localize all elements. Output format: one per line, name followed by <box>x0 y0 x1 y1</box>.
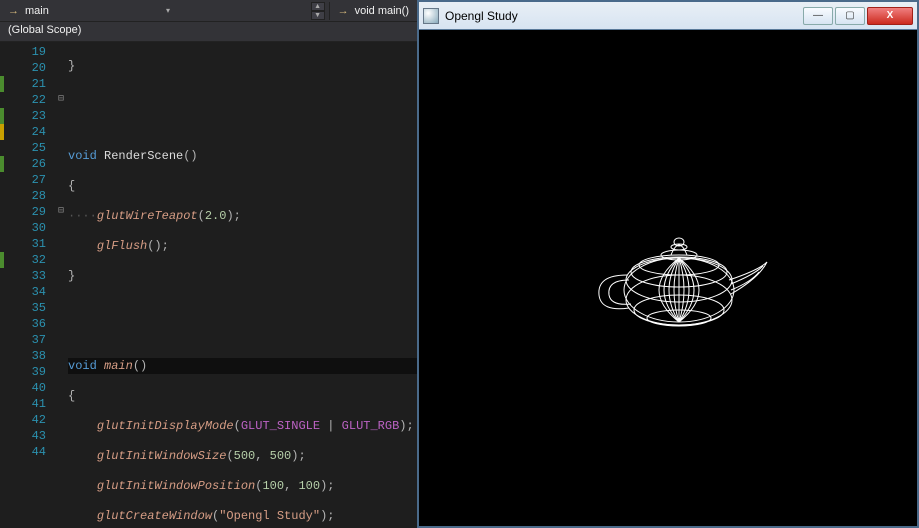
navigation-bar: → main ▾ ▲ ▼ → void main() <box>0 0 417 22</box>
line-number: 26 <box>0 156 54 172</box>
line-number: 41 <box>0 396 54 412</box>
scope-bar[interactable]: (Global Scope) <box>0 22 417 42</box>
line-number: 34 <box>0 284 54 300</box>
chevron-down-icon: ▾ <box>166 6 170 15</box>
opengl-output-window: Opengl Study — ▢ X <box>417 0 919 528</box>
close-button[interactable]: X <box>867 7 913 25</box>
line-number: 32 <box>0 252 54 268</box>
close-icon: X <box>887 10 894 21</box>
line-number: 19 <box>0 44 54 60</box>
line-number: 28 <box>0 188 54 204</box>
maximize-button[interactable]: ▢ <box>835 7 865 25</box>
dropdown-1-label: main <box>25 5 49 17</box>
line-number: 42 <box>0 412 54 428</box>
line-number: 39 <box>0 364 54 380</box>
separator <box>329 2 330 20</box>
line-number-gutter: 19 20 21 22 23 24 25 26 27 28 29 30 31 3… <box>0 42 54 528</box>
opengl-canvas <box>419 30 917 526</box>
arrow-icon: → <box>8 5 19 17</box>
line-number: 40 <box>0 380 54 396</box>
minimize-button[interactable]: — <box>803 7 833 25</box>
maximize-icon: ▢ <box>845 10 854 21</box>
line-number: 27 <box>0 172 54 188</box>
stepper-up-icon[interactable]: ▲ <box>311 2 325 11</box>
code-text[interactable]: } void RenderScene() { ····glutWireTeapo… <box>68 42 417 528</box>
app-icon <box>423 8 439 24</box>
line-number: 20 <box>0 60 54 76</box>
scope-dropdown-2[interactable]: → void main() <box>334 2 413 20</box>
minimize-icon: — <box>813 10 823 21</box>
line-number: 24 <box>0 124 54 140</box>
line-number: 31 <box>0 236 54 252</box>
window-title: Opengl Study <box>445 9 801 23</box>
line-number: 21 <box>0 76 54 92</box>
scope-label: (Global Scope) <box>8 24 81 36</box>
fold-toggle-icon[interactable]: ⊟ <box>54 204 68 220</box>
fold-toggle-icon[interactable]: ⊟ <box>54 92 68 108</box>
line-number: 38 <box>0 348 54 364</box>
line-number: 35 <box>0 300 54 316</box>
line-number: 25 <box>0 140 54 156</box>
line-number: 33 <box>0 268 54 284</box>
scope-dropdown-1[interactable]: → main ▾ <box>4 2 174 20</box>
code-area: 19 20 21 22 23 24 25 26 27 28 29 30 31 3… <box>0 42 417 528</box>
line-number: 30 <box>0 220 54 236</box>
teapot-wireframe-icon <box>579 220 779 340</box>
line-number: 29 <box>0 204 54 220</box>
dropdown-2-label: void main() <box>355 5 409 17</box>
line-number: 37 <box>0 332 54 348</box>
line-number: 23 <box>0 108 54 124</box>
stepper-down-icon[interactable]: ▼ <box>311 11 325 20</box>
line-number: 43 <box>0 428 54 444</box>
code-editor-pane: → main ▾ ▲ ▼ → void main() (Global Scope… <box>0 0 417 528</box>
fold-column: ⊟ ⊟ <box>54 42 68 528</box>
stepper[interactable]: ▲ ▼ <box>311 2 325 20</box>
line-number: 36 <box>0 316 54 332</box>
line-number: 44 <box>0 444 54 460</box>
window-titlebar[interactable]: Opengl Study — ▢ X <box>419 2 917 30</box>
arrow-icon: → <box>338 5 349 17</box>
line-number: 22 <box>0 92 54 108</box>
